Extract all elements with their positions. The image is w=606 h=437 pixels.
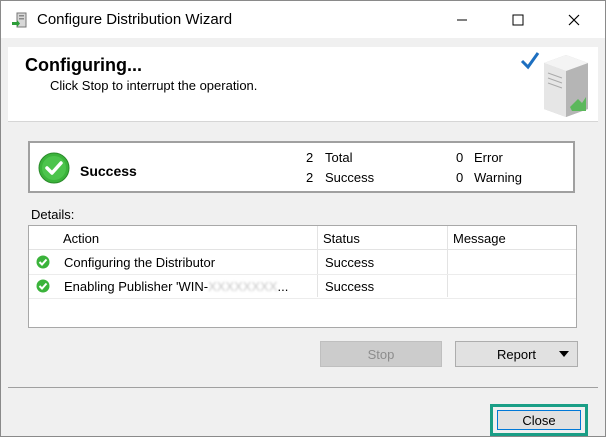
title-bar: Configure Distribution Wizard [1, 1, 605, 38]
page-title: Configuring... [25, 55, 142, 75]
maximize-button[interactable] [495, 1, 541, 38]
success-check-icon [38, 152, 70, 184]
column-header-status[interactable]: Status [323, 231, 360, 246]
total-count: 2 [306, 150, 314, 165]
stop-button[interactable]: Stop [320, 341, 442, 367]
close-window-button[interactable] [551, 1, 597, 38]
column-header-message[interactable]: Message [453, 231, 506, 246]
window-title: Configure Distribution Wizard [37, 11, 233, 28]
error-label: Error [474, 150, 503, 165]
row-action-prefix: Enabling Publisher 'WIN- [64, 279, 209, 294]
close-button-highlight: Close [490, 404, 588, 436]
status-label: Success [80, 163, 137, 179]
row-status: Success [325, 279, 375, 294]
column-header-action[interactable]: Action [63, 231, 99, 246]
row-action-suffix: ... [277, 279, 289, 294]
success-label: Success [325, 170, 375, 185]
total-label: Total [325, 150, 353, 165]
close-button[interactable]: Close [497, 410, 581, 430]
error-count: 0 [456, 150, 464, 165]
page-subtitle: Click Stop to interrupt the operation. [50, 78, 258, 93]
table-row[interactable]: Enabling Publisher 'WIN-XXXXXXXX... Succ… [29, 274, 576, 299]
wizard-window: Configure Distribution Wizard Configurin… [0, 0, 606, 437]
maximize-icon [512, 14, 524, 25]
details-table[interactable]: Action Status Message Configuring the Di… [28, 225, 577, 328]
minimize-icon [457, 19, 467, 20]
dropdown-arrow-icon [559, 351, 569, 357]
wizard-icon [12, 12, 27, 28]
success-count: 2 [306, 170, 314, 185]
row-action: Configuring the Distributor [64, 255, 216, 270]
table-row[interactable]: Configuring the Distributor Success [29, 250, 576, 275]
wizard-header: Configuring... Click Stop to interrupt t… [8, 47, 598, 122]
report-button-label: Report [496, 346, 537, 362]
warning-count: 0 [456, 170, 464, 185]
redacted-hostname: XXXXXXXX [208, 279, 278, 294]
footer-divider [8, 387, 598, 388]
close-icon [568, 14, 580, 25]
server-check-icon [520, 52, 588, 117]
success-check-icon [36, 279, 50, 293]
minimize-button[interactable] [439, 1, 485, 38]
row-status: Success [325, 255, 375, 270]
report-button[interactable]: Report [455, 341, 578, 367]
table-header: Action Status Message [29, 226, 576, 250]
row-action: Enabling Publisher 'WIN-XXXXXXXX... [64, 279, 288, 294]
success-check-icon [36, 255, 50, 269]
status-summary-panel: Success 2 Total 2 Success 0 Error 0 Warn… [28, 141, 575, 193]
details-label: Details: [31, 207, 75, 222]
warning-label: Warning [474, 170, 522, 185]
